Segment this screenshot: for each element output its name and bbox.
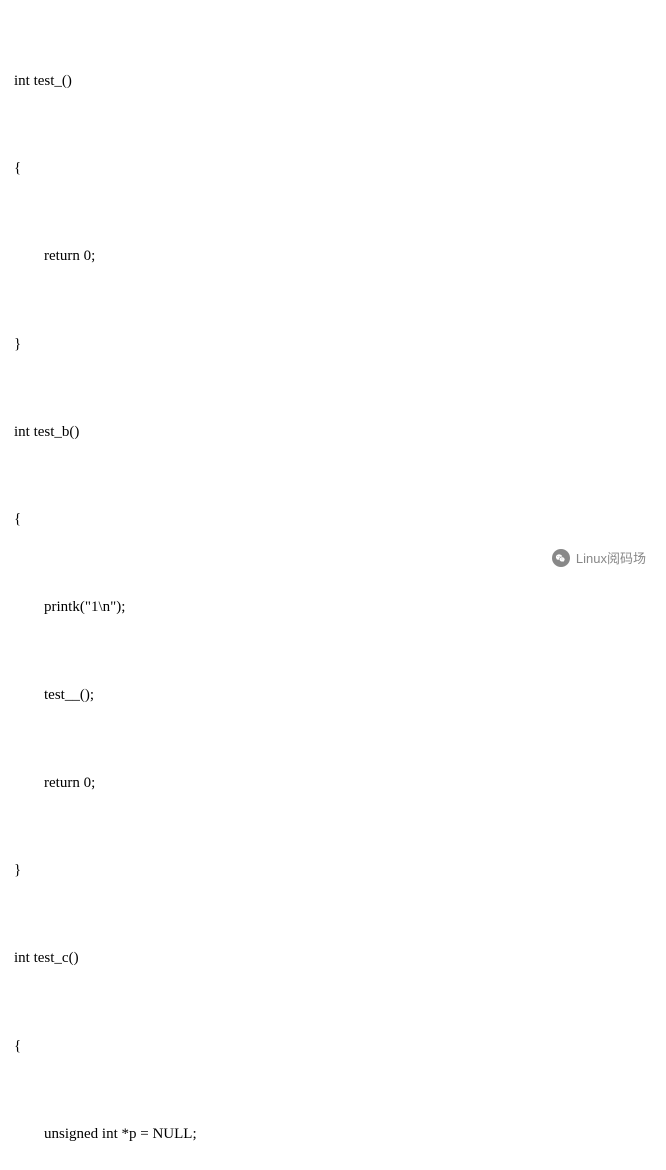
code-line: } bbox=[14, 856, 652, 885]
code-line: int test_() bbox=[14, 67, 652, 96]
code-line: } bbox=[14, 330, 652, 359]
code-line: return 0; bbox=[14, 769, 652, 798]
code-line: { bbox=[14, 505, 652, 534]
code-line: unsigned int *p = NULL; bbox=[14, 1120, 652, 1149]
code-line: int test_b() bbox=[14, 418, 652, 447]
code-line: int test_c() bbox=[14, 944, 652, 973]
code-line: { bbox=[14, 154, 652, 183]
code-line: { bbox=[14, 1032, 652, 1061]
watermark-text: Linux阅码场 bbox=[576, 546, 646, 571]
code-line: test__(); bbox=[14, 681, 652, 710]
code-line: printk("1\n"); bbox=[14, 593, 652, 622]
wechat-icon bbox=[552, 549, 570, 567]
code-snippet: int test_() { return 0; } int test_b() {… bbox=[14, 8, 652, 1170]
code-line: return 0; bbox=[14, 242, 652, 271]
watermark: Linux阅码场 bbox=[552, 546, 646, 571]
